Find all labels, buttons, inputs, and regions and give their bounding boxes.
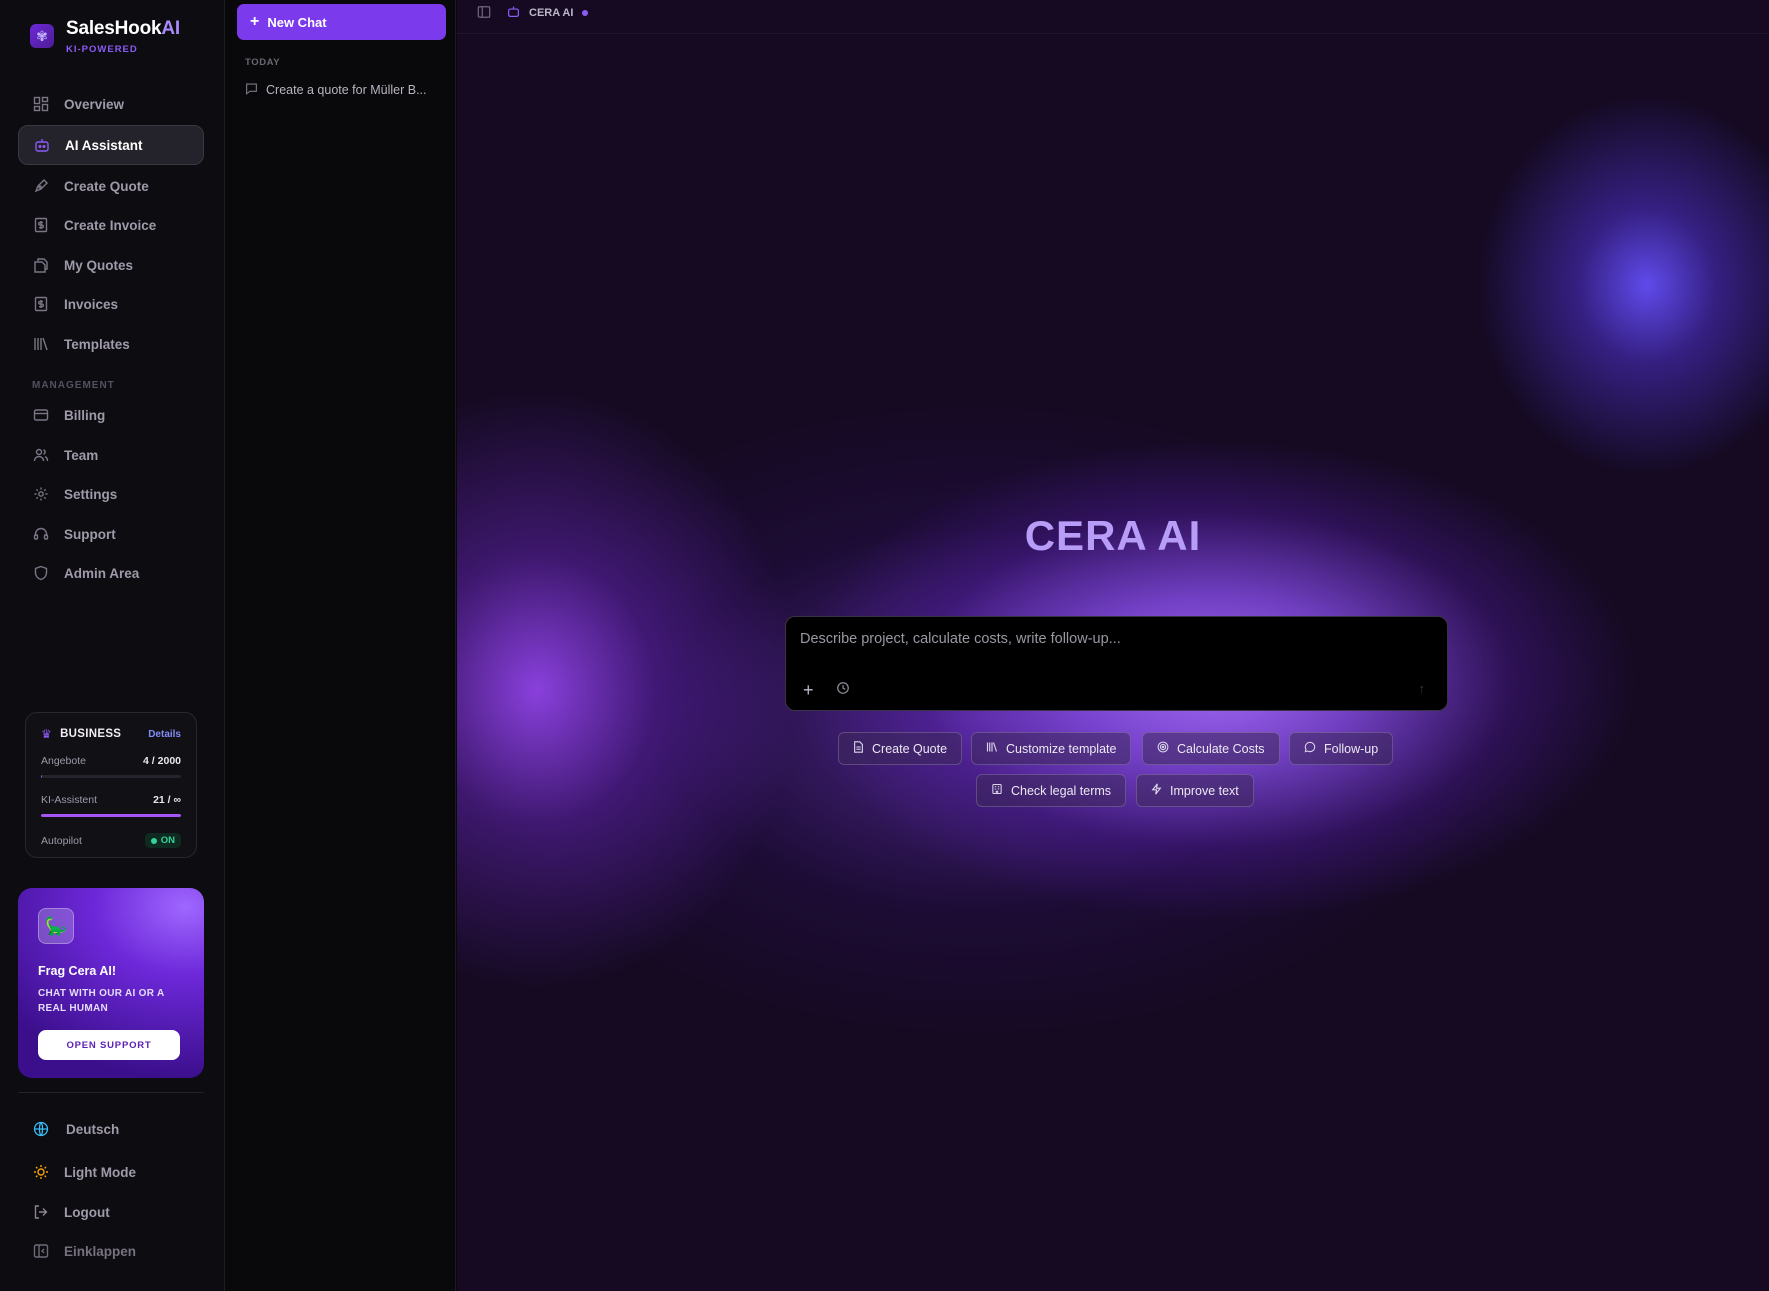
lightning-icon (1151, 783, 1162, 798)
dinosaur-icon: 🦕 (38, 908, 74, 944)
grid-icon (32, 95, 50, 113)
chat-group-label: TODAY (245, 57, 281, 68)
globe-icon (32, 1121, 50, 1137)
hero-title: CERA AI (1024, 512, 1202, 559)
gear-icon (32, 485, 50, 503)
language-selector[interactable]: Deutsch (32, 1117, 119, 1141)
nav-item-templates[interactable]: Templates (18, 324, 204, 364)
nav-item-admin-area[interactable]: Admin Area (18, 553, 204, 593)
chat-topbar: CERA AI (457, 0, 1769, 34)
crown-icon: ♛ (41, 727, 53, 741)
history-icon[interactable] (836, 681, 850, 698)
divider (18, 1092, 204, 1093)
plan-details-link[interactable]: Details (148, 729, 181, 740)
chat-input[interactable] (800, 631, 1430, 661)
suggestion-improve-text[interactable]: Improve text (1136, 774, 1254, 807)
nav-label: Invoices (64, 296, 119, 312)
nav-label: Create Quote (64, 178, 149, 194)
suggestion-customize-template[interactable]: Customize template (971, 732, 1132, 765)
chat-title: CERA AI (507, 5, 589, 21)
dollar-doc-icon (32, 295, 50, 313)
sidebar: ✾ SalesHookAI KI-POWERED Overview AI Ass… (0, 0, 225, 1291)
nav-label: Settings (64, 486, 118, 502)
nav-item-overview[interactable]: Overview (18, 84, 204, 124)
target-icon (1157, 741, 1169, 756)
attach-plus-icon[interactable]: + (803, 680, 814, 701)
nav-label: My Quotes (64, 257, 134, 273)
document-icon (853, 741, 864, 756)
robot-icon (33, 136, 51, 154)
shield-icon (32, 564, 50, 582)
suggestion-check-legal-terms[interactable]: Check legal terms (976, 774, 1127, 807)
collapse-sidebar-button[interactable]: Einklappen (32, 1239, 136, 1263)
nav-item-billing[interactable]: Billing (18, 395, 204, 435)
open-support-button[interactable]: OPEN SUPPORT (38, 1030, 180, 1060)
plan-quotes-row: Angebote 4 / 2000 (41, 755, 181, 767)
plan-autopilot-row: Autopilot ON (41, 833, 181, 848)
plan-card: ♛ BUSINESS Details Angebote 4 / 2000 KI-A… (25, 712, 197, 858)
brand-tagline: KI-POWERED (66, 44, 138, 55)
nav-label: Team (64, 447, 99, 463)
brand-name: SalesHookAI (66, 18, 180, 39)
sidebar-collapse-icon (32, 1243, 50, 1259)
users-icon (32, 446, 50, 464)
theme-toggle[interactable]: Light Mode (32, 1160, 136, 1184)
nav-item-ai-assistant[interactable]: AI Assistant (18, 125, 204, 165)
brand[interactable]: ✾ SalesHookAI KI-POWERED (30, 18, 180, 55)
online-indicator (582, 10, 589, 16)
chat-bubble-icon (245, 82, 258, 98)
chat-list-item[interactable]: Create a quote for Müller B... (245, 82, 445, 98)
pen-icon (32, 177, 50, 195)
section-label-management: MANAGEMENT (32, 380, 115, 391)
new-chat-button[interactable]: + New Chat (237, 4, 446, 40)
plus-icon: + (250, 13, 260, 30)
nav-item-invoices[interactable]: Invoices (18, 284, 204, 324)
robot-icon (507, 5, 520, 21)
chat-bubble-icon (1304, 741, 1316, 756)
plan-quotes-bar (41, 775, 181, 778)
nav-label: Support (64, 526, 116, 542)
suggestion-follow-up[interactable]: Follow-up (1289, 732, 1394, 765)
nav-label: Templates (64, 336, 130, 352)
send-arrow-icon[interactable]: ↑ (1419, 681, 1426, 696)
plan-assistant-bar (41, 814, 181, 817)
nav-label: AI Assistant (65, 137, 143, 153)
headset-icon (32, 525, 50, 543)
chat-history-panel: + New Chat TODAY Create a quote for Müll… (226, 0, 456, 1291)
nav-item-support[interactable]: Support (18, 514, 204, 554)
promo-subtitle: CHAT WITH OUR AI OR A REAL HUMAN (38, 988, 165, 1014)
plan-assistant-row: KI-Assistent 21 / ∞ (41, 794, 181, 806)
nav-label: Create Invoice (64, 217, 157, 233)
bank-icon (991, 783, 1003, 798)
chat-composer: + ↑ (785, 616, 1448, 711)
promo-title: Frag Cera AI! (38, 964, 117, 978)
sun-icon (32, 1164, 50, 1180)
library-icon (32, 335, 50, 353)
nav-item-create-invoice[interactable]: Create Invoice (18, 205, 204, 245)
support-promo-card: 🦕 Frag Cera AI! CHAT WITH OUR AI OR A RE… (18, 888, 204, 1078)
brand-logo-icon: ✾ (30, 24, 54, 48)
nav-label: Admin Area (64, 565, 140, 581)
logout-icon (32, 1204, 50, 1220)
dollar-doc-icon (32, 216, 50, 234)
nav-label: Overview (64, 96, 125, 112)
library-icon (986, 741, 998, 756)
logout-button[interactable]: Logout (32, 1200, 110, 1224)
nav-item-settings[interactable]: Settings (18, 474, 204, 514)
autopilot-status-badge: ON (144, 833, 181, 848)
nav-item-my-quotes[interactable]: My Quotes (18, 245, 204, 285)
chat-main: CERA AI CERA AI + ↑ Create Quote Customi… (457, 0, 1769, 1291)
suggestion-calculate-costs[interactable]: Calculate Costs (1142, 732, 1280, 765)
sidebar-toggle-icon[interactable] (477, 5, 491, 22)
card-icon (32, 406, 50, 424)
plan-title: ♛ BUSINESS (41, 727, 122, 741)
nav-label: Billing (64, 407, 106, 423)
suggestion-create-quote[interactable]: Create Quote (838, 732, 963, 765)
nav-item-create-quote[interactable]: Create Quote (18, 166, 204, 206)
files-icon (32, 256, 50, 274)
nav-item-team[interactable]: Team (18, 435, 204, 475)
